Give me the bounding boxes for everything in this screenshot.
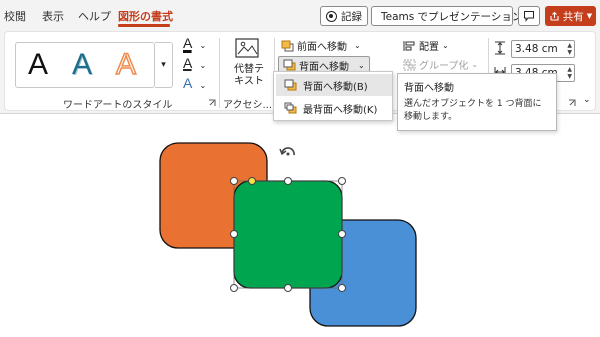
spin-up-icon[interactable]: ▲ <box>567 42 572 49</box>
group-icon <box>403 59 416 70</box>
align-button[interactable]: 配置 ⌄ <box>403 38 449 53</box>
send-backward-menu: 背面へ移動(B) 最背面へ移動(K) <box>273 71 393 121</box>
menu-item-send-to-back[interactable]: 最背面へ移動(K) <box>276 97 392 119</box>
gallery-more-icon: ▾ <box>161 60 166 70</box>
menu-item-send-backward[interactable]: 背面へ移動(B) <box>276 74 392 96</box>
alt-text-label-line2: キスト <box>234 76 264 87</box>
alt-text-icon <box>235 38 259 58</box>
bring-forward-button[interactable]: 前面へ移動 ⌄ <box>281 38 361 53</box>
active-tab-indicator <box>118 24 170 27</box>
alt-text-button[interactable]: 代替テ キスト <box>227 38 271 92</box>
present-in-teams-button[interactable]: Teams でプレゼンテーション <box>371 6 522 26</box>
chevron-down-icon: ⌄ <box>471 60 479 69</box>
comment-icon <box>524 11 534 22</box>
send-backward-icon <box>284 79 297 91</box>
chevron-down-icon: ⌄ <box>354 41 361 50</box>
green-rounded-square[interactable] <box>233 180 343 289</box>
share-icon <box>550 11 559 21</box>
slide-canvas[interactable] <box>0 115 600 337</box>
text-effects-button[interactable]: A ⌄ <box>183 75 206 91</box>
tab-review[interactable]: 校閲 <box>4 8 26 24</box>
corner-adjust-handle[interactable] <box>248 177 256 185</box>
wordart-gallery-more[interactable]: ▾ <box>155 42 173 88</box>
align-label: 配置 <box>419 42 439 53</box>
shape-height-value: 3.48 cm <box>515 43 558 55</box>
rotate-icon[interactable] <box>279 147 295 156</box>
chevron-down-icon: ⌄ <box>199 41 207 50</box>
text-fill-button[interactable]: A ⌄ <box>183 35 206 51</box>
slide-shapes <box>159 142 417 327</box>
chevron-down-icon: ⌄ <box>199 61 207 70</box>
group-button[interactable]: グループ化 ⌄ <box>403 57 478 72</box>
text-fill-icon: A <box>183 35 192 51</box>
send-to-back-icon <box>284 102 297 114</box>
spin-down-icon[interactable]: ▼ <box>567 49 572 56</box>
bring-forward-label: 前面へ移動 <box>297 42 347 53</box>
group-label: グループ化 <box>419 61 469 72</box>
spin-up-icon[interactable]: ▲ <box>567 66 572 73</box>
chevron-down-icon: ▼ <box>586 12 593 20</box>
shape-height-icon <box>495 41 505 55</box>
record-icon <box>326 10 337 22</box>
accessibility-group-label: アクセシ... <box>223 100 273 111</box>
text-outline-icon: A <box>183 55 192 71</box>
share-label: 共有 <box>562 10 584 23</box>
menu-item-label: 最背面へ移動(K) <box>303 104 378 116</box>
tab-help[interactable]: ヘルプ <box>78 8 111 24</box>
wordart-style-gallery[interactable]: A A A <box>15 42 155 88</box>
tab-view[interactable]: 表示 <box>42 8 64 24</box>
wordart-group-label: ワードアートのスタイル <box>63 100 173 111</box>
comments-button[interactable] <box>518 6 540 26</box>
dialog-launcher-icon[interactable] <box>208 99 216 107</box>
wordart-style-orange-outline[interactable]: A <box>115 47 137 83</box>
menu-item-label: 背面へ移動(B) <box>303 81 368 93</box>
record-button[interactable]: 記録 <box>320 6 368 26</box>
bring-forward-icon <box>281 40 294 51</box>
record-label: 記録 <box>341 10 362 23</box>
teams-label: Teams でプレゼンテーション <box>381 10 523 23</box>
align-icon <box>403 40 415 51</box>
alt-text-label-line1: 代替テ <box>234 64 264 75</box>
shape-height-input[interactable]: 3.48 cm ▲ ▼ <box>511 40 575 58</box>
group-separator <box>219 38 220 108</box>
text-effects-icon: A <box>183 75 192 91</box>
share-button[interactable]: 共有 ▼ <box>545 6 596 26</box>
tooltip-description: 選んだオブジェクトを 1 つ背面に移動します。 <box>404 99 542 122</box>
send-backward-icon <box>283 59 296 71</box>
ribbon-tab-bar: 校閲 表示 ヘルプ 図形の書式 記録 Teams でプレゼンテーション 共有 ▼ <box>0 0 600 28</box>
tooltip: 背面へ移動 選んだオブジェクトを 1 つ背面に移動します。 <box>397 73 557 131</box>
text-outline-button[interactable]: A ⌄ <box>183 55 206 71</box>
tooltip-title: 背面へ移動 <box>404 83 454 94</box>
chevron-down-icon: ⌄ <box>199 81 207 90</box>
chevron-down-icon: ⌄ <box>442 41 449 50</box>
tab-shape-format[interactable]: 図形の書式 <box>118 8 173 24</box>
wordart-style-plain[interactable]: A <box>28 47 48 83</box>
dialog-launcher-icon[interactable] <box>568 99 576 107</box>
chevron-down-icon: ⌄ <box>358 60 365 70</box>
wordart-style-blue[interactable]: A <box>72 47 92 83</box>
collapse-ribbon-icon[interactable]: ⌄ <box>583 95 591 105</box>
spin-down-icon[interactable]: ▼ <box>567 73 572 80</box>
